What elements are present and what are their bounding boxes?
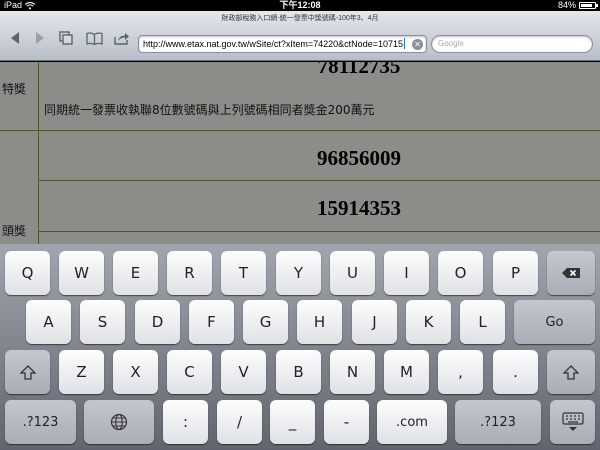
clear-icon[interactable]: ✕ bbox=[412, 39, 423, 50]
key-x[interactable]: X bbox=[113, 350, 158, 394]
table-rule bbox=[38, 180, 600, 181]
status-bar: iPad 下午12:08 84% bbox=[0, 0, 600, 11]
hide-keyboard-icon bbox=[561, 412, 584, 431]
back-icon bbox=[11, 32, 19, 44]
first-prize-number: 96856009 bbox=[317, 146, 401, 170]
forward-icon bbox=[36, 32, 44, 44]
status-right: 84% bbox=[557, 0, 598, 11]
backspace-icon bbox=[562, 268, 580, 278]
key-comma[interactable]: , bbox=[438, 350, 483, 394]
numbers-key-right[interactable]: .?123 bbox=[455, 400, 541, 444]
shift-icon bbox=[563, 364, 579, 380]
key-period[interactable]: . bbox=[493, 350, 538, 394]
key-g[interactable]: G bbox=[243, 300, 288, 344]
browser-toolbar: 財政部稅務入口網-統一發票中獎號碼-100年3、4月 http://www.et… bbox=[0, 11, 600, 61]
url-input[interactable]: http://www.etax.nat.gov.tw/wSite/ct?xIte… bbox=[138, 35, 427, 53]
key-f[interactable]: F bbox=[189, 300, 234, 344]
url-text: http://www.etax.nat.gov.tw/wSite/ct?xIte… bbox=[143, 38, 405, 49]
tabs-button[interactable] bbox=[56, 28, 76, 48]
key-p[interactable]: P bbox=[493, 251, 538, 295]
status-time: 下午12:08 bbox=[279, 0, 321, 10]
battery-percent: 84% bbox=[557, 0, 576, 10]
key-u[interactable]: U bbox=[330, 251, 375, 295]
hide-keyboard-key[interactable] bbox=[550, 400, 595, 444]
special-prize-number: 78112735 bbox=[317, 62, 401, 78]
key-e[interactable]: E bbox=[113, 251, 158, 295]
onscreen-keyboard: Q W E R T Y U I O P A S D F G H J K L Go… bbox=[0, 244, 600, 450]
back-button[interactable] bbox=[5, 28, 25, 48]
special-prize-label: 特獎 bbox=[2, 82, 27, 96]
battery-icon bbox=[579, 2, 598, 9]
key-t[interactable]: T bbox=[221, 251, 266, 295]
key-n[interactable]: N bbox=[330, 350, 375, 394]
key-h[interactable]: H bbox=[297, 300, 342, 344]
special-prize-description: 同期統一發票收執聯8位數號碼與上列號碼相同者獎金200萬元 bbox=[44, 103, 375, 117]
share-button[interactable] bbox=[112, 28, 132, 48]
globe-icon bbox=[110, 413, 128, 431]
bookmarks-button[interactable] bbox=[84, 28, 104, 48]
key-a[interactable]: A bbox=[26, 300, 71, 344]
key-slash[interactable]: / bbox=[217, 400, 262, 444]
key-underscore[interactable]: _ bbox=[270, 400, 315, 444]
key-j[interactable]: J bbox=[352, 300, 397, 344]
search-placeholder: Google bbox=[438, 39, 464, 48]
key-b[interactable]: B bbox=[276, 350, 321, 394]
text-cursor bbox=[404, 38, 405, 49]
battery-fill bbox=[581, 4, 592, 7]
first-prize-number: 15914353 bbox=[317, 196, 401, 220]
web-content: 78112735 特獎 同期統一發票收執聯8位數號碼與上列號碼相同者獎金200萬… bbox=[0, 62, 600, 244]
forward-button[interactable] bbox=[30, 28, 50, 48]
table-rule bbox=[0, 130, 600, 131]
key-m[interactable]: M bbox=[384, 350, 429, 394]
globe-key[interactable] bbox=[84, 400, 154, 444]
key-o[interactable]: O bbox=[438, 251, 483, 295]
key-i[interactable]: I bbox=[384, 251, 429, 295]
shift-icon bbox=[19, 364, 36, 380]
dotcom-key[interactable]: .com bbox=[377, 400, 447, 444]
key-l[interactable]: L bbox=[460, 300, 505, 344]
go-key[interactable]: Go bbox=[514, 300, 595, 344]
key-q[interactable]: Q bbox=[5, 251, 50, 295]
key-k[interactable]: K bbox=[406, 300, 451, 344]
key-z[interactable]: Z bbox=[59, 350, 104, 394]
key-y[interactable]: Y bbox=[276, 251, 321, 295]
key-d[interactable]: D bbox=[135, 300, 180, 344]
share-icon bbox=[114, 32, 129, 45]
table-rule bbox=[38, 231, 600, 232]
key-s[interactable]: S bbox=[80, 300, 125, 344]
search-input[interactable]: Google bbox=[431, 35, 593, 53]
key-c[interactable]: C bbox=[167, 350, 212, 394]
key-w[interactable]: W bbox=[59, 251, 104, 295]
first-prize-label: 頭獎 bbox=[2, 224, 27, 238]
page-title: 財政部稅務入口網-統一發票中獎號碼-100年3、4月 bbox=[221, 15, 379, 22]
key-v[interactable]: V bbox=[221, 350, 266, 394]
delete-key[interactable] bbox=[547, 251, 595, 295]
shift-key-left[interactable] bbox=[5, 350, 50, 394]
shift-key-right[interactable] bbox=[547, 350, 595, 394]
numbers-key-left[interactable]: .?123 bbox=[5, 400, 76, 444]
bookmarks-icon bbox=[85, 31, 103, 45]
key-r[interactable]: R bbox=[167, 251, 212, 295]
url-value: http://www.etax.nat.gov.tw/wSite/ct?xIte… bbox=[143, 39, 403, 49]
key-dash[interactable]: - bbox=[324, 400, 369, 444]
tabs-icon bbox=[59, 31, 73, 45]
key-colon[interactable]: : bbox=[163, 400, 208, 444]
